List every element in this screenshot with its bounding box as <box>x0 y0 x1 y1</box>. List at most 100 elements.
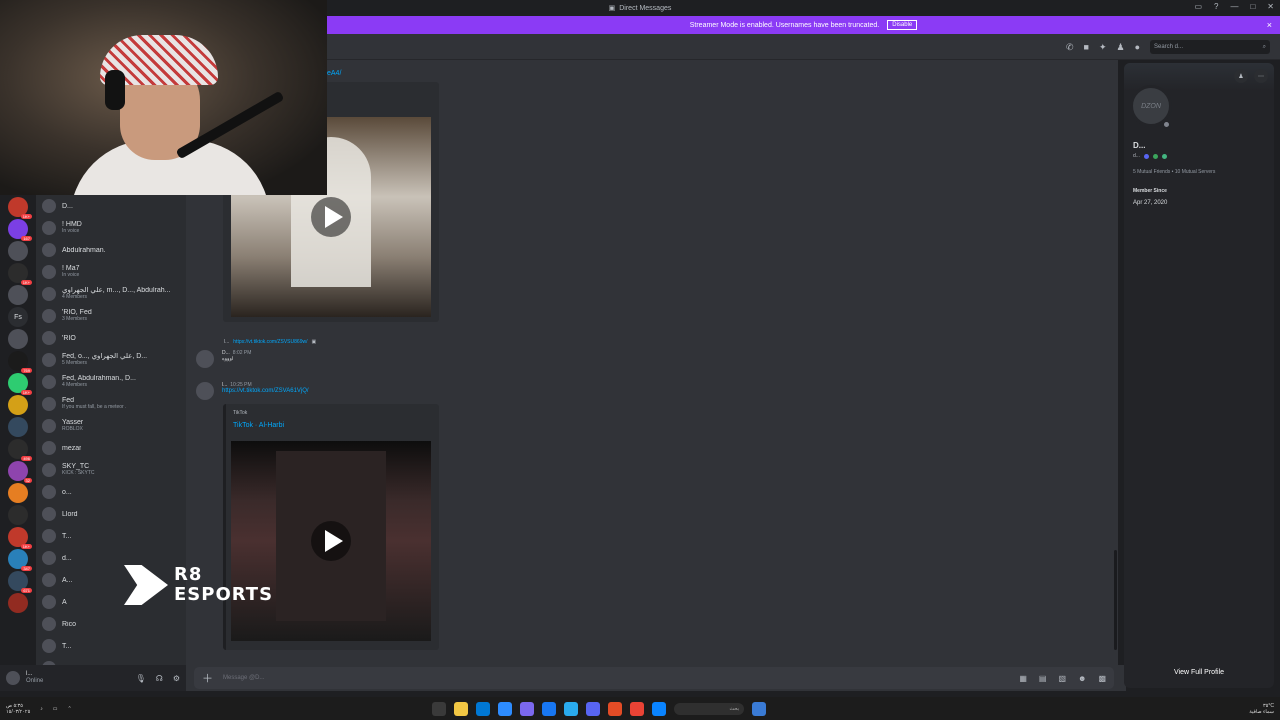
server-icon[interactable] <box>8 395 28 415</box>
apps-icon[interactable]: ▩ <box>1098 674 1106 683</box>
avatar[interactable] <box>6 671 20 685</box>
server-icon[interactable]: 32 <box>8 461 32 483</box>
server-icon[interactable] <box>8 285 28 305</box>
dm-list-item[interactable]: علي الجهراوي, m..., D..., Abdulrah... 4 M… <box>36 283 186 305</box>
windows-start-icon[interactable] <box>752 701 766 716</box>
dm-list-item[interactable]: o... <box>36 481 186 503</box>
dm-list-item[interactable]: SKY_TC KICK : SKYTC <box>36 459 186 481</box>
taskbar-app-icon[interactable] <box>454 701 468 716</box>
dm-list-item[interactable]: l_HnIBxl <box>36 657 186 665</box>
inbox-icon[interactable]: ▭ <box>1194 2 1202 11</box>
taskbar-search[interactable]: بحث <box>674 702 744 715</box>
view-full-profile-button[interactable]: View Full Profile <box>1124 662 1274 682</box>
dm-list-item[interactable]: T... <box>36 525 186 547</box>
dm-name: T... <box>62 642 72 650</box>
pin-icon[interactable]: ✦ <box>1099 42 1107 53</box>
server-icon[interactable]: 1K+ <box>8 197 32 219</box>
dm-list-item[interactable]: Llord <box>36 503 186 525</box>
server-icon[interactable] <box>8 483 28 503</box>
search-input[interactable]: Search d... ⌕ <box>1150 40 1270 54</box>
help-icon[interactable]: ? <box>1214 2 1218 11</box>
mutual-info[interactable]: 5 Mutual Friends • 10 Mutual Servers <box>1133 169 1215 175</box>
settings-gear-icon[interactable]: ⚙ <box>173 674 180 683</box>
dm-list-item[interactable]: T... <box>36 635 186 657</box>
message-link-fragment[interactable]: eA4/ <box>327 70 341 77</box>
server-icon[interactable]: 671 <box>8 571 32 593</box>
message-input[interactable]: Message @D... <box>223 675 1009 681</box>
embed-title[interactable]: TikTok · Al-Harbi <box>233 422 284 429</box>
dm-list-item[interactable]: Rico <box>36 613 186 635</box>
server-icon[interactable] <box>8 593 28 613</box>
taskbar-app-icon[interactable] <box>498 701 512 716</box>
video-thumbnail-2[interactable] <box>231 441 431 641</box>
add-friend-icon[interactable]: ♟ <box>1116 42 1124 53</box>
disable-streamer-mode-button[interactable]: Disable <box>887 20 918 30</box>
dm-list-item[interactable]: Fed, Abdulrahman., D... 4 Members <box>36 371 186 393</box>
server-icon[interactable]: Fs <box>8 307 28 327</box>
reply-user: l... <box>224 339 230 345</box>
profile-toggle-icon[interactable]: ● <box>1135 42 1140 52</box>
dm-list-item[interactable]: D... <box>36 195 186 217</box>
message-link[interactable]: https://vt.tiktok.com/ZSVA61VjQ/ <box>222 388 309 394</box>
sticker-icon[interactable]: ▧ <box>1058 674 1066 683</box>
dm-list-item[interactable]: mezar <box>36 437 186 459</box>
server-icon[interactable] <box>8 329 28 349</box>
headphones-icon[interactable]: ☊ <box>156 674 163 683</box>
taskbar-app-icon[interactable] <box>520 701 534 716</box>
network-icon[interactable]: ▭ <box>53 706 58 712</box>
dm-list-item[interactable]: 'RIO <box>36 327 186 349</box>
play-button[interactable] <box>311 197 351 237</box>
taskbar-app-icon[interactable] <box>652 701 666 716</box>
taskbar-app-icon[interactable] <box>630 701 644 716</box>
play-button[interactable] <box>311 521 351 561</box>
dm-list-item[interactable]: Abdulrahman. <box>36 239 186 261</box>
taskbar-app-icon[interactable] <box>608 701 622 716</box>
gif-icon[interactable]: ▤ <box>1039 674 1047 683</box>
dm-list-item[interactable]: Yasser ROBLOX <box>36 415 186 437</box>
emoji-icon[interactable]: ☻ <box>1078 674 1086 683</box>
server-icon[interactable]: 1K+ <box>8 263 32 285</box>
server-icon[interactable] <box>8 417 28 437</box>
chat-scrollbar[interactable] <box>1114 550 1117 650</box>
attach-plus-icon[interactable]: ＋ <box>202 670 213 686</box>
taskbar-app-icon[interactable] <box>542 701 556 716</box>
profile-panel: ♟ ⋯ DZON D... d... 5 Mutual Friends • 10… <box>1124 63 1274 688</box>
dm-list-item[interactable]: Fed If you must fall, be a meteor . <box>36 393 186 415</box>
server-icon[interactable]: 496 <box>8 439 32 461</box>
server-icon[interactable]: 167 <box>8 219 32 241</box>
more-options-icon[interactable]: ⋯ <box>1254 69 1268 83</box>
taskbar-app-icon[interactable] <box>476 701 490 716</box>
gift-icon[interactable]: ▦ <box>1019 674 1027 683</box>
taskbar-app-icon[interactable] <box>432 701 446 716</box>
dm-list-item[interactable]: 'RIO, Fed 3 Members <box>36 305 186 327</box>
dm-list-item[interactable]: ! Ma7 In voice <box>36 261 186 283</box>
minimize-button[interactable]: — <box>1230 2 1238 11</box>
avatar[interactable] <box>196 350 214 368</box>
taskbar-apps: بحث <box>432 701 766 716</box>
dm-list-item[interactable]: ! HMD In voice <box>36 217 186 239</box>
close-banner-icon[interactable]: × <box>1267 20 1272 30</box>
tray-chevron-icon[interactable]: ⌃ <box>68 706 72 712</box>
taskbar-app-icon[interactable] <box>564 701 578 716</box>
message-composer[interactable]: ＋ Message @D... ▦ ▤ ▧ ☻ ▩ <box>194 667 1114 689</box>
dm-name: 'RIO, Fed <box>62 309 92 316</box>
volume-icon[interactable]: ♪ <box>40 706 43 712</box>
server-icon[interactable]: 769 <box>8 351 32 373</box>
server-icon[interactable] <box>8 505 28 525</box>
server-icon[interactable] <box>8 241 28 261</box>
server-icon[interactable]: 347 <box>8 549 32 571</box>
reply-reference[interactable]: l... https://vt.tiktok.com/ZSVSU869w/ ▣ <box>224 339 316 345</box>
video-icon[interactable]: ■ <box>1084 42 1089 52</box>
server-icon[interactable]: 1K+ <box>8 527 32 549</box>
add-friend-icon[interactable]: ♟ <box>1234 69 1248 83</box>
reply-link[interactable]: https://vt.tiktok.com/ZSVSU869w/ <box>233 339 307 345</box>
dm-name: Fed <box>62 397 75 404</box>
dm-list-item[interactable]: Fed, o..., علي الجهراوي, D... 5 Members <box>36 349 186 371</box>
call-icon[interactable]: ✆ <box>1066 42 1074 53</box>
server-icon[interactable]: 1K+ <box>8 373 32 395</box>
maximize-button[interactable]: □ <box>1250 2 1255 11</box>
microphone-icon[interactable]: 🎙︎ <box>136 674 146 683</box>
close-window-button[interactable]: ✕ <box>1267 2 1274 11</box>
taskbar-app-icon[interactable] <box>586 701 600 716</box>
avatar[interactable] <box>196 382 214 400</box>
